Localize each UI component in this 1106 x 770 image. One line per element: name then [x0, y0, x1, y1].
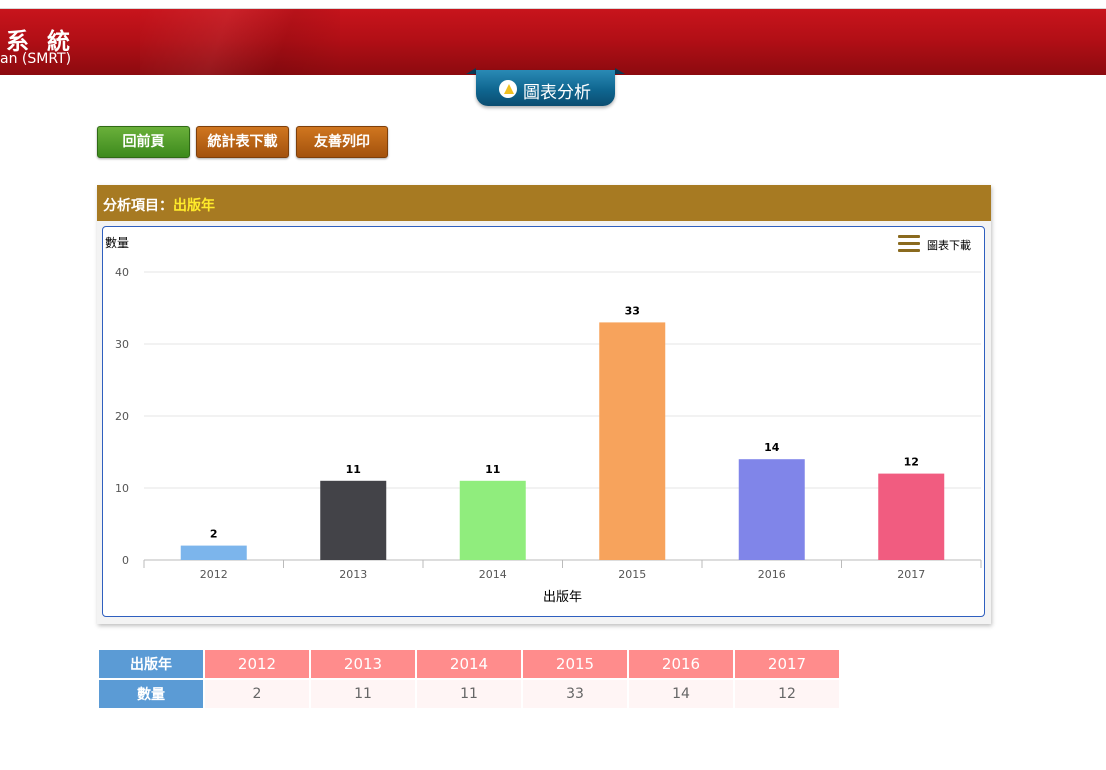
year-cell: 2014	[417, 650, 521, 678]
data-label: 14	[764, 441, 780, 454]
back-button[interactable]: 回前頁	[97, 126, 190, 158]
year-cell: 2015	[523, 650, 627, 678]
count-cell: 11	[417, 680, 521, 708]
analysis-panel: 分析項目：出版年 數量 0 10 20 30 40 2 2012 11 2013 11 2014 33 2…	[97, 185, 991, 624]
analysis-item-key: 分析項目：	[103, 198, 173, 214]
browser-top-edge	[0, 0, 1106, 9]
y-tick-label: 0	[122, 554, 129, 567]
data-label: 2	[210, 528, 218, 541]
y-tick-label: 10	[115, 482, 129, 495]
header-decoration	[140, 9, 340, 75]
bar-2016	[738, 459, 805, 560]
bar-2015	[599, 322, 666, 560]
chart-download-label: 圖表下載	[927, 239, 971, 252]
x-tick-label: 2014	[479, 568, 507, 581]
data-label: 11	[485, 463, 500, 476]
analysis-item-label: 分析項目：出版年	[103, 195, 215, 215]
bar-2017	[878, 473, 945, 560]
chart-download-menu[interactable]: 圖表下載	[898, 233, 980, 255]
bar-2014	[459, 480, 526, 560]
x-axis-title: 出版年	[543, 590, 582, 605]
bar-chart: 數量 0 10 20 30 40 2 2012 11 2013 11 2014 33 2015 14 2016…	[105, 236, 982, 605]
count-cell: 14	[629, 680, 733, 708]
ribbon-body: 圖表分析	[476, 70, 615, 106]
panel-header: 分析項目：出版年	[97, 185, 991, 221]
data-label: 12	[904, 456, 919, 469]
ribbon-fold-right	[615, 68, 625, 74]
chart-container: 數量 0 10 20 30 40 2 2012 11 2013 11 2014 33 2015 14 2016…	[102, 226, 985, 617]
y-axis-title: 數量	[105, 236, 129, 250]
count-row: 數量 2 11 11 33 14 12	[99, 680, 839, 708]
row-header-count: 數量	[99, 680, 203, 708]
x-tick-label: 2016	[758, 568, 786, 581]
chart-logo-icon	[499, 80, 517, 98]
x-tick-label: 2013	[339, 568, 367, 581]
count-cell: 2	[205, 680, 309, 708]
ribbon-fold-left	[466, 68, 476, 74]
year-cell: 2012	[205, 650, 309, 678]
data-label: 11	[346, 463, 361, 476]
analysis-item-value: 出版年	[173, 198, 215, 214]
year-cell: 2016	[629, 650, 733, 678]
year-cell: 2017	[735, 650, 839, 678]
download-stats-button[interactable]: 統計表下載	[196, 126, 289, 158]
count-cell: 11	[311, 680, 415, 708]
system-subtitle: an (SMRT)	[0, 51, 72, 67]
bar-2012	[180, 545, 247, 560]
y-tick-label: 40	[115, 266, 129, 279]
section-title: 圖表分析	[523, 83, 591, 103]
site-header: 系 統 an (SMRT)	[0, 9, 1106, 75]
bar-2013	[320, 480, 387, 560]
stats-table: 出版年 2012 2013 2014 2015 2016 2017 數量 2 1…	[97, 648, 841, 710]
y-tick-label: 20	[115, 410, 129, 423]
print-button[interactable]: 友善列印	[296, 126, 388, 158]
x-tick-label: 2012	[200, 568, 228, 581]
year-cell: 2013	[311, 650, 415, 678]
x-tick-label: 2017	[897, 568, 925, 581]
y-tick-label: 30	[115, 338, 129, 351]
count-cell: 33	[523, 680, 627, 708]
data-label: 33	[625, 304, 640, 317]
row-header-year: 出版年	[99, 650, 203, 678]
section-ribbon: 圖表分析	[466, 68, 625, 106]
hamburger-menu-icon	[898, 235, 920, 253]
year-row: 出版年 2012 2013 2014 2015 2016 2017	[99, 650, 839, 678]
x-tick-label: 2015	[618, 568, 646, 581]
count-cell: 12	[735, 680, 839, 708]
